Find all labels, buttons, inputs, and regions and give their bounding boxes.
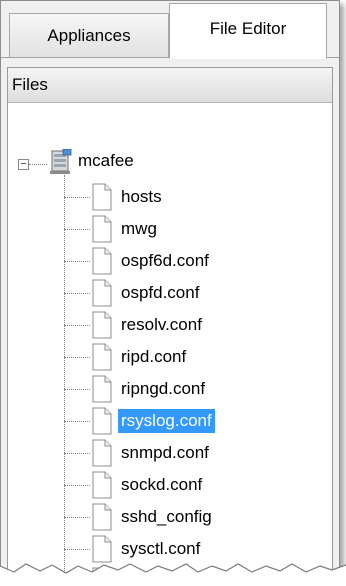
files-panel-title: Files [12,75,48,94]
tree-item-label: sockd.conf [121,475,203,494]
tree-connector [64,197,90,198]
tree-item-label: mwg [121,219,157,238]
file-icon [92,183,112,211]
tab-file-editor-label: File Editor [209,19,287,38]
file-icon [92,439,112,467]
tree-item-label: sysctl.conf [121,539,201,558]
tree-connector [64,325,90,326]
torn-edge [0,563,346,586]
tab-bar: Appliances File Editor [1,1,339,59]
file-editor-window: Appliances File Editor Files − mcafee ho… [0,0,340,580]
tree-connector [64,549,90,550]
tab-appliances[interactable]: Appliances [9,13,169,57]
server-icon [50,149,72,174]
tree-item-label: ripngd.conf [121,379,206,398]
file-icon [92,215,112,243]
tree-item-label: ripd.conf [121,347,187,366]
tree-connector [64,357,90,358]
tab-appliances-label: Appliances [47,25,131,45]
file-icon [92,375,112,403]
tree-connector [64,175,65,579]
file-icon [92,407,112,435]
file-icon [92,311,112,339]
tab-file-editor[interactable]: File Editor [169,3,327,59]
file-icon [92,279,112,307]
files-panel: Files − mcafee hosts mwg ospf6d.conf ospfd.… [7,67,333,579]
file-icon [92,343,112,371]
tree-connector [64,421,90,422]
tree-connector [64,293,90,294]
tree-item-label: ospf6d.conf [121,251,209,270]
tree-connector [64,229,90,230]
tree-connector [64,485,90,486]
tree-item-label: ospfd.conf [121,283,200,302]
tree-connector [64,517,90,518]
files-panel-header: Files [8,68,332,103]
tree-connector [29,164,47,165]
file-icon [92,503,112,531]
file-icon [92,535,112,563]
tree-connector [64,453,90,454]
tree-item-label: snmpd.conf [121,443,209,462]
tree-item-label: resolv.conf [121,315,202,334]
tree-connector [64,389,90,390]
file-icon [92,247,112,275]
tree-root-label[interactable]: mcafee [78,151,134,171]
tree-connector [64,261,90,262]
collapse-toggle-icon[interactable]: − [18,159,29,170]
tree-item-label: rsyslog.conf [118,409,215,433]
tree-item-label: hosts [121,187,162,206]
file-icon [92,471,112,499]
tree-item-label: sshd_config [121,507,212,526]
